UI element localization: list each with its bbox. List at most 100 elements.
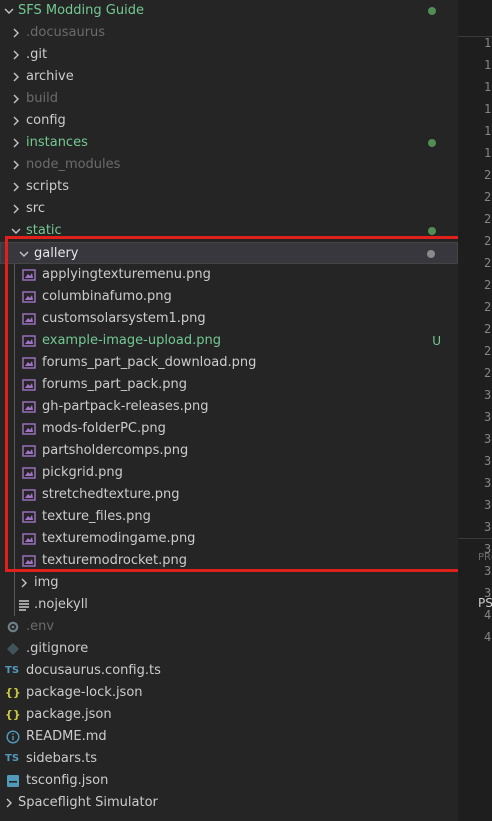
gallery-file-row[interactable]: partsholdercomps.png xyxy=(0,440,458,462)
image-file-icon xyxy=(22,444,36,458)
folder-scripts[interactable]: scripts xyxy=(0,176,458,198)
folder-label: .git xyxy=(26,47,48,62)
file-label: partsholdercomps.png xyxy=(42,443,189,458)
file-label: forums_part_pack.png xyxy=(42,377,187,392)
folder-static[interactable]: static xyxy=(0,220,458,242)
gallery-file-row[interactable]: forums_part_pack_download.png xyxy=(0,352,458,374)
file-label: applyingtexturemenu.png xyxy=(42,267,211,282)
folder-label: img xyxy=(34,575,59,590)
file-gitignore[interactable]: .gitignore xyxy=(0,638,458,660)
image-file-icon xyxy=(22,466,36,480)
gallery-file-row[interactable]: texturemodingame.png xyxy=(0,528,458,550)
line-number: 4 xyxy=(484,608,492,622)
file-readme[interactable]: README.md xyxy=(0,726,458,748)
chevron-right-icon xyxy=(18,572,30,594)
file-label: tsconfig.json xyxy=(26,773,109,788)
editor-tab-divider xyxy=(458,36,492,37)
file-package-json[interactable]: {} package.json xyxy=(0,704,458,726)
file-label: forums_part_pack_download.png xyxy=(42,355,257,370)
gallery-file-row[interactable]: texturemodrocket.png xyxy=(0,550,458,572)
section-spaceflight-simulator[interactable]: Spaceflight Simulator xyxy=(0,792,458,814)
gallery-file-row[interactable]: example-image-upload.png U xyxy=(0,330,458,352)
gallery-file-row[interactable]: pickgrid.png xyxy=(0,462,458,484)
file-env[interactable]: .env xyxy=(0,616,458,638)
root-folder-sfs-modding-guide[interactable]: SFS Modding Guide xyxy=(0,0,458,22)
gallery-file-row[interactable]: applyingtexturemenu.png xyxy=(0,264,458,286)
line-number: 1 xyxy=(484,102,492,116)
folder-label: build xyxy=(26,91,58,106)
gallery-file-row[interactable]: forums_part_pack.png xyxy=(0,374,458,396)
line-number: 1 xyxy=(484,124,492,138)
line-number: 3 xyxy=(484,520,492,534)
panel-divider xyxy=(458,538,492,539)
image-file-icon xyxy=(22,532,36,546)
file-package-lock[interactable]: {} package-lock.json xyxy=(0,682,458,704)
image-file-icon xyxy=(22,510,36,524)
section-label: Spaceflight Simulator xyxy=(18,795,158,810)
image-file-icon xyxy=(22,290,36,304)
file-label: package.json xyxy=(26,707,112,722)
file-docusaurus-config[interactable]: TS docusaurus.config.ts xyxy=(0,660,458,682)
gallery-file-row[interactable]: customsolarsystem1.png xyxy=(0,308,458,330)
file-label: texturemodingame.png xyxy=(42,531,196,546)
line-number: 2 xyxy=(484,256,492,270)
gallery-file-row[interactable]: stretchedtexture.png xyxy=(0,484,458,506)
info-icon xyxy=(6,730,20,744)
folder-build[interactable]: build xyxy=(0,88,458,110)
modified-dot-icon xyxy=(428,7,436,15)
gallery-file-row[interactable]: texture_files.png xyxy=(0,506,458,528)
image-file-icon xyxy=(22,356,36,370)
folder-gallery[interactable]: gallery xyxy=(0,242,458,264)
line-number: 4 xyxy=(484,630,492,644)
folder-git[interactable]: .git xyxy=(0,44,458,66)
chevron-down-icon xyxy=(3,0,15,22)
gallery-file-row[interactable]: gh-partpack-releases.png xyxy=(0,396,458,418)
line-number: 1 xyxy=(484,58,492,72)
gallery-file-row[interactable]: columbinafumo.png xyxy=(0,286,458,308)
folder-label: archive xyxy=(26,69,74,84)
line-number: 2 xyxy=(484,344,492,358)
line-number: 2 xyxy=(484,366,492,380)
image-file-icon xyxy=(22,268,36,282)
gallery-file-row[interactable]: mods-folderPC.png xyxy=(0,418,458,440)
image-file-icon xyxy=(22,400,36,414)
panel-tab-problems[interactable]: PRO xyxy=(478,552,492,563)
folder-instances[interactable]: instances xyxy=(0,132,458,154)
chevron-right-icon xyxy=(10,154,22,176)
line-number: 3 xyxy=(484,564,492,578)
folder-node-modules[interactable]: node_modules xyxy=(0,154,458,176)
image-file-icon xyxy=(22,488,36,502)
file-nojekyll[interactable]: .nojekyll xyxy=(0,594,458,616)
folder-img[interactable]: img xyxy=(0,572,458,594)
file-label: example-image-upload.png xyxy=(42,333,221,348)
folder-archive[interactable]: archive xyxy=(0,66,458,88)
file-tsconfig[interactable]: tsconfig.json xyxy=(0,770,458,792)
folder-label: gallery xyxy=(34,246,79,261)
line-number: 1 xyxy=(484,36,492,50)
folder-config[interactable]: config xyxy=(0,110,458,132)
folder-label: src xyxy=(26,201,45,216)
chevron-down-icon xyxy=(18,243,30,265)
folder-docusaurus[interactable]: .docusaurus xyxy=(0,22,458,44)
folder-src[interactable]: src xyxy=(0,198,458,220)
file-label: .nojekyll xyxy=(34,597,88,612)
file-label: mods-folderPC.png xyxy=(42,421,166,436)
folder-label: .docusaurus xyxy=(26,25,106,40)
chevron-right-icon xyxy=(10,110,22,132)
chevron-right-icon xyxy=(10,132,22,154)
git-diamond-icon xyxy=(6,642,20,656)
file-label: texturemodrocket.png xyxy=(42,553,188,568)
modified-dot-icon xyxy=(428,139,436,147)
json-braces-icon: {} xyxy=(5,686,21,699)
line-number: 2 xyxy=(484,190,492,204)
text-lines-icon xyxy=(18,598,32,612)
file-sidebars[interactable]: TS sidebars.ts xyxy=(0,748,458,770)
file-label: stretchedtexture.png xyxy=(42,487,180,502)
tsconfig-icon xyxy=(6,774,20,788)
folder-label: config xyxy=(26,113,66,128)
file-label: .env xyxy=(26,619,55,634)
editor-gutter: 1111112222222222333333333344 xyxy=(458,0,492,821)
chevron-right-icon xyxy=(10,22,22,44)
line-number: 2 xyxy=(484,168,492,182)
line-number: 2 xyxy=(484,300,492,314)
